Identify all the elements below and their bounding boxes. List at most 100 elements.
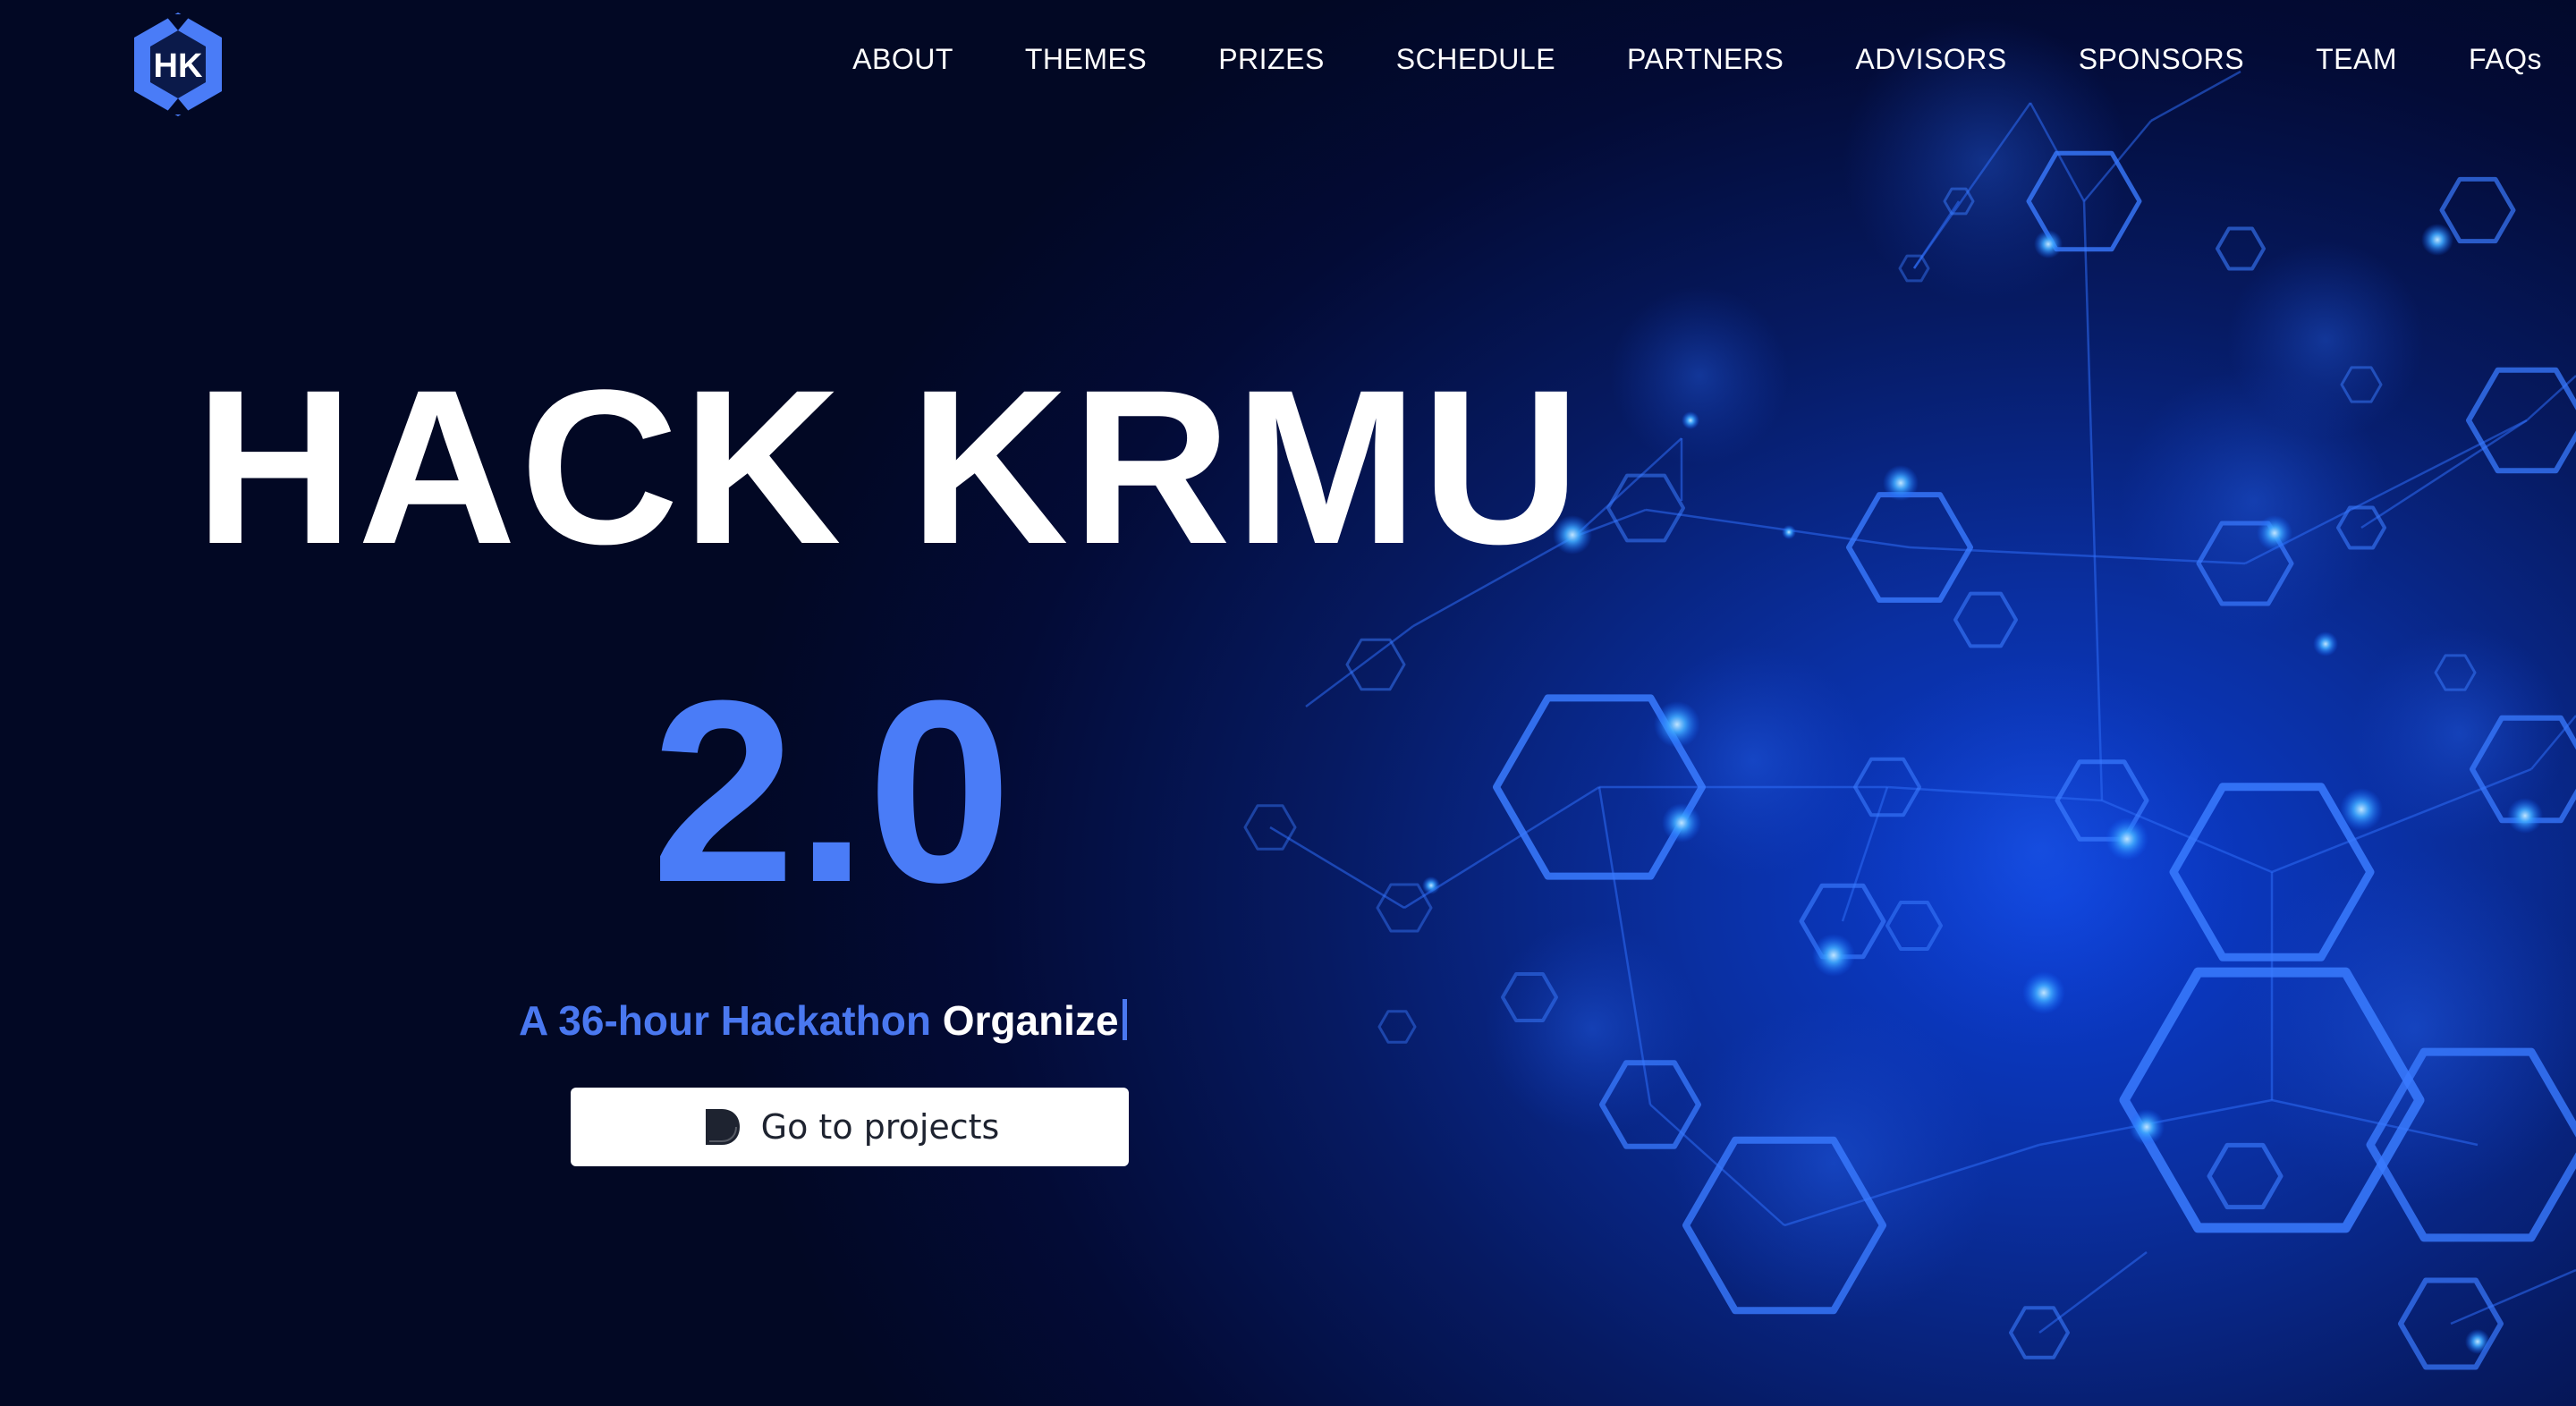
nav-about[interactable]: ABOUT bbox=[852, 43, 953, 76]
hexagon-shape bbox=[1853, 757, 1921, 817]
network-line bbox=[2038, 1251, 2148, 1334]
hero-version: 2.0 bbox=[651, 647, 1013, 936]
go-to-projects-button[interactable]: Go to projects bbox=[571, 1088, 1129, 1166]
hexagon-shape bbox=[1682, 1136, 1886, 1315]
glow-node bbox=[1883, 465, 1919, 501]
glow-node bbox=[1654, 701, 1700, 748]
network-line bbox=[1573, 508, 1647, 538]
hexagon-shape bbox=[1377, 1010, 1417, 1044]
network-line bbox=[2038, 1098, 2273, 1147]
nav-sponsors[interactable]: SPONSORS bbox=[2079, 43, 2244, 76]
hexagon-logo-icon: HK bbox=[134, 13, 222, 116]
network-line bbox=[1912, 102, 2032, 269]
hexagon-shape bbox=[2366, 1047, 2576, 1242]
network-line bbox=[2082, 200, 2104, 801]
network-line bbox=[1403, 785, 1600, 910]
network-line bbox=[1886, 785, 2103, 802]
hexagon-shape bbox=[2336, 505, 2386, 550]
bokeh-circle bbox=[2227, 241, 2424, 438]
network-line bbox=[2526, 375, 2576, 421]
hexagon-shape bbox=[2055, 759, 2149, 842]
site-logo[interactable]: HK bbox=[131, 11, 225, 118]
hexagon-shape bbox=[2119, 967, 2425, 1233]
bokeh-circle bbox=[2352, 626, 2567, 841]
glow-node bbox=[2129, 1109, 2165, 1145]
glow-node bbox=[2022, 971, 2065, 1014]
hero-tagline: A 36-hour Hackathon Organize bbox=[519, 996, 1127, 1045]
molecule-network-background bbox=[1243, 18, 2576, 1370]
hero-title: HACK KRMU bbox=[195, 344, 1584, 590]
hexagon-shape bbox=[2169, 783, 2375, 961]
hexagon-shape bbox=[1898, 254, 1930, 283]
network-line bbox=[2271, 767, 2532, 874]
hexagon-shape bbox=[2439, 176, 2516, 244]
network-line bbox=[2029, 102, 2086, 202]
hexagon-shape bbox=[1501, 972, 1558, 1022]
hexagon-shape bbox=[2216, 226, 2266, 271]
network-line bbox=[1912, 200, 1961, 269]
network-line bbox=[1841, 786, 1889, 922]
hexagon-shape bbox=[1953, 591, 2018, 648]
network-line bbox=[1573, 437, 1682, 538]
hexagon-shape bbox=[2009, 1306, 2070, 1359]
glow-node bbox=[2106, 817, 2148, 860]
network-line bbox=[2244, 419, 2528, 565]
tagline-accent: A 36-hour Hackathon bbox=[519, 997, 931, 1044]
network-line bbox=[2450, 1268, 2576, 1326]
bokeh-circle bbox=[2120, 367, 2388, 635]
hexagon-shape bbox=[1243, 804, 1297, 851]
network-line bbox=[1597, 786, 1652, 1105]
svg-text:HK: HK bbox=[154, 47, 203, 85]
nav-faqs[interactable]: FAQs bbox=[2469, 43, 2542, 76]
network-line bbox=[1784, 1143, 2040, 1227]
tagline-typed-text: Organize bbox=[942, 997, 1119, 1044]
devpost-icon bbox=[705, 1109, 740, 1145]
glow-node bbox=[2507, 798, 2543, 834]
hexagon-shape bbox=[1599, 1060, 1701, 1149]
glow-node bbox=[2034, 230, 2063, 258]
hexagon-shape bbox=[1799, 883, 1886, 960]
glow-node bbox=[2421, 224, 2453, 256]
nav-partners[interactable]: PARTNERS bbox=[1627, 43, 1784, 76]
nav-themes[interactable]: THEMES bbox=[1025, 43, 1147, 76]
hexagon-shape bbox=[1885, 901, 1943, 951]
glow-node bbox=[1662, 803, 1701, 843]
glow-node bbox=[2257, 515, 2292, 551]
nav-schedule[interactable]: SCHEDULE bbox=[1396, 43, 1555, 76]
network-line bbox=[2083, 120, 2152, 202]
network-line bbox=[1649, 1104, 1785, 1226]
bokeh-circle bbox=[1673, 1002, 1995, 1324]
hexagon-shape bbox=[2398, 1277, 2504, 1370]
network-line bbox=[1269, 826, 1405, 910]
bokeh-circle bbox=[1485, 921, 1699, 1136]
bokeh-circle bbox=[1610, 286, 1789, 465]
network-line bbox=[2360, 419, 2528, 529]
network-line bbox=[2530, 715, 2576, 770]
bokeh-circle bbox=[1637, 644, 1869, 877]
glow-node bbox=[1682, 411, 1699, 429]
nav-team[interactable]: TEAM bbox=[2316, 43, 2397, 76]
glow-node bbox=[1812, 934, 1855, 977]
go-to-projects-label: Go to projects bbox=[760, 1107, 1000, 1147]
hexagon-shape bbox=[1493, 694, 1706, 880]
hexagon-shape bbox=[2434, 654, 2477, 691]
glow-node bbox=[2340, 788, 2383, 831]
glow-node bbox=[1782, 525, 1796, 539]
hexagon-shape bbox=[2470, 715, 2576, 824]
network-line bbox=[2101, 799, 2273, 874]
glow-node bbox=[2313, 631, 2338, 656]
hexagon-shape bbox=[2340, 366, 2383, 403]
main-nav: ABOUT THEMES PRIZES SCHEDULE PARTNERS AD… bbox=[852, 43, 2542, 76]
hexagon-shape bbox=[2196, 521, 2294, 606]
hexagon-shape bbox=[1943, 187, 1975, 216]
network-line bbox=[2271, 1098, 2479, 1147]
nav-prizes[interactable]: PRIZES bbox=[1218, 43, 1325, 76]
nav-advisors[interactable]: ADVISORS bbox=[1855, 43, 2006, 76]
hexagon-shape bbox=[2466, 367, 2576, 474]
bokeh-circle bbox=[1843, 653, 2236, 1046]
bokeh-circle bbox=[2236, 850, 2576, 1207]
glow-node bbox=[1422, 877, 1440, 894]
hexagon-shape bbox=[1376, 883, 1433, 933]
network-line bbox=[1305, 625, 1414, 707]
hexagon-shape bbox=[1345, 638, 1406, 691]
